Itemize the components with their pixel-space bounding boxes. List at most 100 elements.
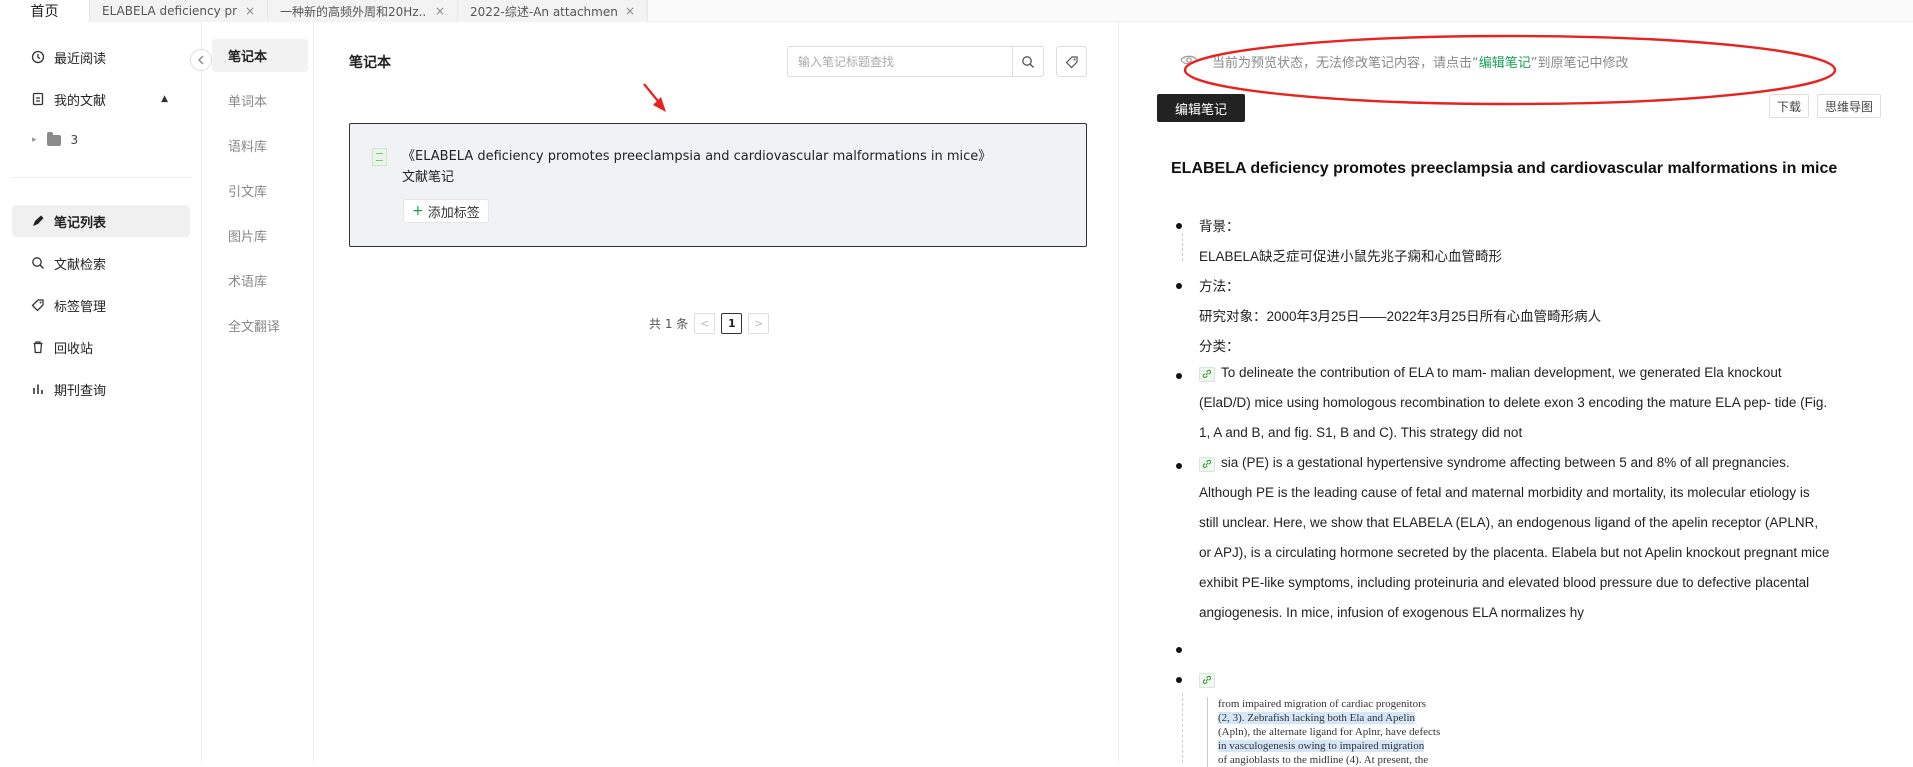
sidebar-item-label: 文献检索 xyxy=(54,257,107,273)
sidebar-item-recycle[interactable]: 回收站 xyxy=(12,331,190,363)
list-bullet xyxy=(1176,677,1182,683)
caret-up-icon[interactable]: ▲ xyxy=(161,94,168,104)
sidebar-item-label: 标签管理 xyxy=(54,299,107,315)
plus-icon: + xyxy=(412,203,424,219)
paragraph-line: angiogenesis. In mice, infusion of exoge… xyxy=(1199,605,1584,620)
sidebar-item-label: 笔记列表 xyxy=(54,215,107,231)
tab-review-2022[interactable]: 2022-综述-An attachmen... × xyxy=(458,0,648,22)
edit-note-button[interactable]: 编辑笔记 xyxy=(1157,94,1245,122)
search-input[interactable] xyxy=(788,47,1012,76)
excerpt-link xyxy=(1199,671,1221,688)
add-tag-button[interactable]: + 添加标签 xyxy=(403,199,489,223)
subnav-full-translation[interactable]: 全文翻译 xyxy=(212,309,308,342)
folder-icon xyxy=(46,131,61,146)
document-icon xyxy=(30,92,46,106)
mindmap-button[interactable]: 思维导图 xyxy=(1817,94,1882,118)
category-label: 分类： xyxy=(1199,339,1240,354)
close-icon[interactable]: × xyxy=(435,4,445,18)
close-icon[interactable]: × xyxy=(245,4,255,18)
tab-bar: 首页 ELABELA deficiency prom... × 一种新的高频外周… xyxy=(0,0,1913,22)
sidebar-item-recent[interactable]: 最近阅读 xyxy=(12,41,190,73)
bar-chart-icon xyxy=(30,382,46,396)
tab-label: ELABELA deficiency prom... xyxy=(102,4,237,18)
collapse-sidebar-button[interactable] xyxy=(190,49,212,71)
trash-icon xyxy=(30,340,46,354)
paper-excerpt-image: from impaired migration of cardiac proge… xyxy=(1207,697,1447,767)
red-arrow-annotation xyxy=(643,83,666,112)
next-page-button[interactable]: > xyxy=(748,313,770,334)
note-card[interactable]: 《ELABELA deficiency promotes preeclampsi… xyxy=(349,123,1087,247)
tab-label: 一种新的高频外周和20Hz... xyxy=(280,4,427,19)
page-number-button[interactable]: 1 xyxy=(721,313,743,334)
list-bullet xyxy=(1176,223,1182,229)
paragraph-line: 1, A and B, and fig. S1, B and C). This … xyxy=(1199,425,1523,440)
subnav-citations[interactable]: 引文库 xyxy=(212,174,308,207)
excerpt-line: of angioblasts to the midline (4). At pr… xyxy=(1218,754,1429,766)
research-subject: 研究对象：2000年3月25日——2022年3月25日所有心血管畸形病人 xyxy=(1199,309,1602,324)
sidebar-item-journal[interactable]: 期刊查询 xyxy=(12,373,190,405)
tag-icon xyxy=(30,298,46,312)
sidebar-item-my-docs[interactable]: 我的文献 ▲ xyxy=(12,83,190,115)
indent-line xyxy=(1182,233,1183,261)
tag-icon xyxy=(1065,55,1078,68)
subnav-corpus[interactable]: 语料库 xyxy=(212,129,308,162)
close-icon[interactable]: × xyxy=(625,4,635,18)
background-label: 背景： xyxy=(1199,219,1240,234)
link-icon[interactable] xyxy=(1199,672,1215,688)
tab-elabela[interactable]: ELABELA deficiency prom... × xyxy=(90,0,268,22)
excerpt-line: (Apln), the alternate ligand for Aplnr, … xyxy=(1218,726,1441,738)
paragraph-line: Although PE is the leading cause of feta… xyxy=(1199,485,1810,500)
chevron-left-icon xyxy=(198,55,204,65)
pagination: 共 1 条 < 1 > xyxy=(649,313,770,334)
add-tag-label: 添加标签 xyxy=(427,205,480,221)
note-title: ELABELA deficiency promotes preeclampsia… xyxy=(1171,160,1838,177)
sidebar-item-label: 回收站 xyxy=(54,341,94,357)
eye-icon xyxy=(1180,54,1198,70)
tab-label: 首页 xyxy=(30,4,59,20)
note-file-icon xyxy=(372,148,387,166)
subnav-wordbook[interactable]: 单词本 xyxy=(212,84,308,117)
clock-icon xyxy=(30,50,46,64)
chevron-right-icon[interactable]: ▸ xyxy=(32,135,37,145)
subnav-notebook[interactable]: 笔记本 xyxy=(212,39,308,72)
paragraph-line: exhibit PE-like symptoms, including prot… xyxy=(1199,575,1810,590)
tag-filter-button[interactable] xyxy=(1056,46,1087,77)
excerpt-line: from impaired migration of cardiac proge… xyxy=(1218,698,1427,710)
list-bullet xyxy=(1176,283,1182,289)
note-search xyxy=(787,46,1044,77)
notice-text: 当前为预览状态，无法修改笔记内容，请点击“ xyxy=(1212,56,1479,71)
search-button[interactable] xyxy=(1012,47,1043,76)
indent-line xyxy=(1182,693,1183,763)
sidebar-item-literature-search[interactable]: 文献检索 xyxy=(12,247,190,279)
divider xyxy=(12,177,192,178)
subnav-terms[interactable]: 术语库 xyxy=(212,264,308,297)
excerpt-line: in vasculogenesis owing to impaired migr… xyxy=(1218,740,1425,752)
subnav-images[interactable]: 图片库 xyxy=(212,219,308,252)
list-bullet xyxy=(1176,463,1182,469)
preview-notice: 当前为预览状态，无法修改笔记内容，请点击“ 编辑笔记 ”到原笔记中修改 xyxy=(1180,52,1629,71)
link-icon[interactable] xyxy=(1199,456,1215,472)
pagination-total: 共 1 条 xyxy=(649,317,689,331)
folder-item[interactable]: ▸ 3 xyxy=(32,131,78,147)
paragraph-line: (ElaD/D) mice using homologous recombina… xyxy=(1199,395,1828,410)
download-button[interactable]: 下载 xyxy=(1769,94,1810,118)
left-sidebar: 最近阅读 我的文献 ▲ ▸ 3 笔记列表 文献检索 标签管理 回收站 期刊查询 xyxy=(0,22,202,762)
edit-note-link[interactable]: 编辑笔记 xyxy=(1479,52,1531,71)
link-icon[interactable] xyxy=(1199,366,1215,382)
sidebar-item-tag-manage[interactable]: 标签管理 xyxy=(12,289,190,321)
background-text: ELABELA缺乏症可促进小鼠先兆子痫和心血管畸形 xyxy=(1199,249,1503,264)
sidebar-item-label: 最近阅读 xyxy=(54,51,107,67)
note-card-title[interactable]: 《ELABELA deficiency promotes preeclampsi… xyxy=(402,146,1002,188)
paragraph-line: sia (PE) is a gestational hypertensive s… xyxy=(1199,455,1790,472)
search-icon xyxy=(1022,55,1034,68)
list-bullet xyxy=(1176,647,1182,653)
paragraph-line: or APJ), is a circulating hormone secret… xyxy=(1199,545,1830,560)
excerpt-line: (2, 3). Zebrafish lacking both Ela and A… xyxy=(1218,712,1416,724)
list-bullet xyxy=(1176,373,1182,379)
notice-text-suffix: ”到原笔记中修改 xyxy=(1530,56,1629,71)
sidebar-item-notes-list[interactable]: 笔记列表 xyxy=(12,205,190,237)
prev-page-button[interactable]: < xyxy=(694,313,716,334)
tab-home[interactable]: 首页 xyxy=(0,0,90,22)
tab-hf-peripheral[interactable]: 一种新的高频外周和20Hz... × xyxy=(268,0,458,22)
pen-icon xyxy=(30,214,46,228)
